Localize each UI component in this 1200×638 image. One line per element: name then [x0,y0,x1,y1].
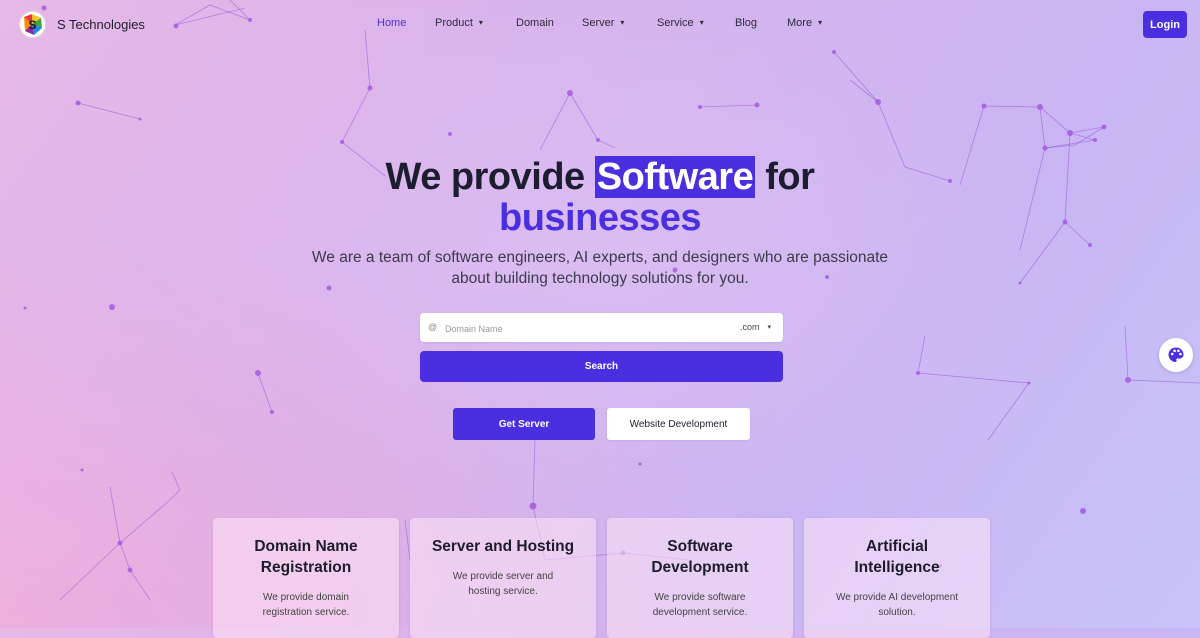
domain-name-input[interactable] [443,320,717,337]
card-title: Artificial Intelligence [854,538,940,576]
card-title: Domain Name Registration [254,538,358,576]
login-button[interactable]: Login [1143,11,1187,38]
theme-palette-button[interactable] [1159,338,1193,372]
hero-title-highlight: Software [594,156,756,198]
nav-item-server[interactable]: Server ▾ [582,17,624,29]
card-description: We provide AI development solution. [835,592,959,618]
card-description: We provide software development service. [652,592,748,618]
tld-select[interactable]: .com ▾ [740,322,771,332]
tld-selected-value: .com [739,322,760,332]
chevron-down-icon: ▾ [478,18,483,27]
service-card-ai[interactable]: Artificial Intelligence We provide AI de… [804,518,990,638]
hero-title: We provide Software for businesses [385,156,815,239]
chevron-down-icon: ▾ [620,18,625,27]
search-button[interactable]: Search [420,351,783,382]
nav-item-domain[interactable]: Domain [516,17,554,29]
nav-item-blog[interactable]: Blog [735,17,757,29]
brand-name[interactable]: S Technologies [57,17,145,32]
logo-icon: S [24,14,42,35]
palette-icon [1168,347,1184,362]
hero-title-line2: businesses [499,197,702,239]
card-title: Software Development [651,538,749,576]
service-card-hosting[interactable]: Server and Hosting We provide server and… [410,518,596,638]
nav-item-home[interactable]: Home [377,17,406,29]
nav-item-service[interactable]: Service ▾ [657,17,704,29]
get-server-button[interactable]: Get Server [453,408,595,440]
service-card-domain[interactable]: Domain Name Registration We provide doma… [213,518,399,638]
service-card-software[interactable]: Software Development We provide software… [607,518,793,638]
top-navbar: S S Technologies Home Product ▾ Domain Se… [0,0,1200,50]
globe-icon: @ [428,322,438,332]
domain-search-box: @ .com ▾ [420,313,783,342]
chevron-down-icon: ▾ [767,324,771,331]
card-title: Server and Hosting [431,538,575,555]
logo-letter: S [28,18,36,32]
nav-item-product[interactable]: Product ▾ [435,17,483,29]
chevron-down-icon: ▾ [699,18,704,27]
chevron-down-icon: ▾ [818,18,823,27]
card-description: We provide server and hosting service. [452,571,554,597]
website-development-button[interactable]: Website Development [607,408,750,440]
brand-logo[interactable]: S [20,12,45,37]
hero-description: We are a team of software engineers, AI … [311,249,889,287]
card-description: We provide domain registration service. [262,592,350,618]
nav-item-more[interactable]: More ▾ [787,17,822,29]
